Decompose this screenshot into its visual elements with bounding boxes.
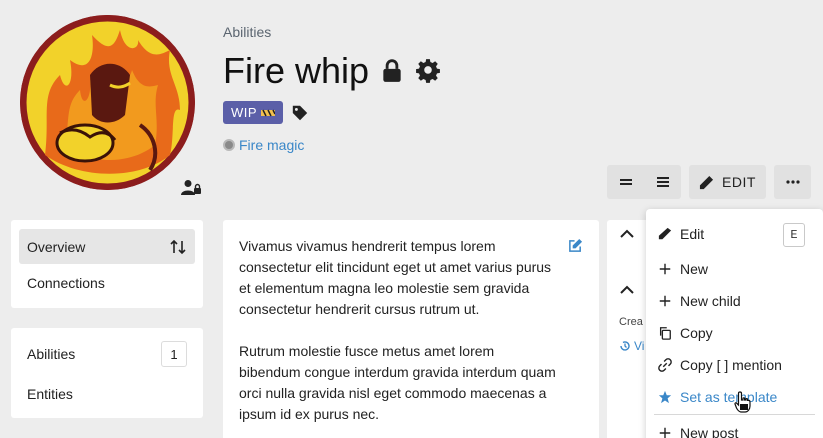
created-text: Crea (619, 316, 643, 328)
menu-item-new-child[interactable]: New child (646, 285, 823, 317)
pencil-icon (658, 227, 672, 240)
layout-list-button[interactable] (644, 165, 681, 199)
edit-button[interactable]: EDIT (689, 165, 766, 199)
construction-icon (261, 109, 276, 116)
breadcrumb[interactable]: Abilities (223, 24, 271, 40)
more-actions-button[interactable] (774, 165, 811, 199)
owner-permission-icon[interactable] (181, 179, 201, 195)
edit-button-label: EDIT (722, 174, 756, 190)
lock-icon (383, 59, 401, 82)
related-lists: Abilities 1 Entities (11, 328, 203, 418)
count-badge: 1 (161, 341, 187, 367)
copy-icon (659, 327, 671, 340)
entity-avatar[interactable] (20, 15, 195, 190)
link-icon (658, 358, 672, 372)
menu-item-copy[interactable]: Copy (646, 317, 823, 349)
plus-icon (659, 295, 671, 307)
pencil-icon (699, 175, 714, 189)
layout-two-column-button[interactable] (607, 165, 644, 199)
page-title: Fire whip (223, 50, 370, 91)
list-item-label: Entities (27, 386, 73, 402)
reorder-icon[interactable] (170, 239, 186, 255)
menu-item-label: New post (680, 425, 739, 438)
wip-badge[interactable]: WIP (223, 101, 284, 124)
menu-item-label: Copy [ ] mention (680, 357, 782, 373)
entity-nav: Overview Connections (11, 220, 203, 308)
gear-icon[interactable] (415, 58, 441, 84)
title-row: Fire whip (223, 50, 441, 92)
menu-item-copy-mention[interactable]: Copy [ ] mention (646, 349, 823, 381)
nav-item-label: Connections (27, 274, 105, 291)
plus-icon (659, 263, 671, 275)
tag-icon[interactable] (291, 104, 309, 122)
menu-item-new[interactable]: New (646, 253, 823, 285)
entry-paragraph: Vivamus vivamus hendrerit tempus lorem c… (239, 238, 552, 317)
chevron-up-icon[interactable] (619, 282, 635, 298)
menu-item-new-post[interactable]: New post (646, 417, 823, 438)
view-history-link[interactable]: Vi (619, 339, 644, 353)
entry-paragraph: Rutrum molestie fusce metus amet lorem b… (239, 343, 556, 422)
view-history-label: Vi (634, 339, 645, 353)
star-icon (658, 390, 672, 404)
chevron-up-icon[interactable] (619, 226, 635, 242)
category-icon (223, 139, 235, 151)
list-item-label: Abilities (27, 346, 76, 362)
ellipsis-icon (785, 180, 800, 184)
history-icon (620, 341, 630, 351)
menu-divider (654, 414, 815, 415)
tags-row: WIP (223, 101, 309, 124)
entry-text: Vivamus vivamus hendrerit tempus lorem c… (239, 236, 583, 425)
list-item-entities[interactable]: Entities (27, 379, 187, 409)
shortcut-badge: E (783, 223, 805, 247)
list-item-abilities[interactable]: Abilities 1 (27, 339, 187, 369)
edit-entry-icon[interactable] (568, 238, 583, 253)
menu-lines-icon (656, 177, 669, 187)
category-link[interactable]: Fire magic (223, 137, 304, 153)
hand-cursor-icon (734, 391, 751, 413)
menu-item-label: New child (680, 293, 741, 309)
nav-item-connections[interactable]: Connections (19, 265, 195, 300)
menu-item-label: Edit (680, 226, 705, 242)
nav-item-label: Overview (27, 238, 86, 255)
menu-item-edit[interactable]: Edit E (646, 218, 823, 250)
menu-item-label: Set as template (680, 389, 778, 405)
nav-item-overview[interactable]: Overview (19, 229, 195, 264)
category-label: Fire magic (239, 137, 305, 153)
plus-icon (659, 427, 671, 438)
entry-card: Vivamus vivamus hendrerit tempus lorem c… (223, 220, 599, 438)
menu-item-label: New (680, 261, 709, 277)
wip-label: WIP (231, 105, 258, 120)
layout-toggle-group (607, 165, 681, 199)
fire-whip-image (20, 15, 195, 190)
menu-item-label: Copy (680, 325, 713, 341)
two-lines-icon (619, 179, 632, 185)
